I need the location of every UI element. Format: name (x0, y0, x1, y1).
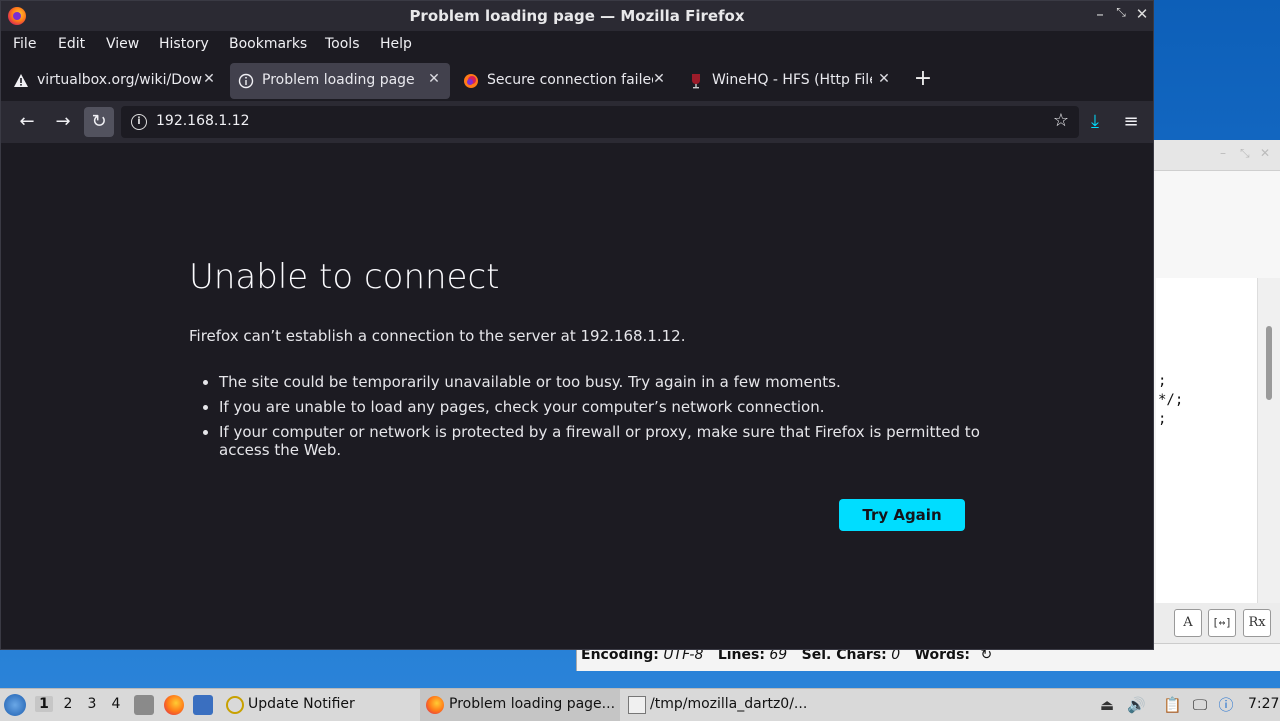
tab-winehq[interactable]: WineHQ - HFS (Http File S ✕ (680, 63, 900, 99)
maximize-icon[interactable]: ⤡ (1240, 146, 1250, 161)
minimize-icon[interactable]: – (1220, 146, 1226, 160)
error-description: Firefox can’t establish a connection to … (189, 327, 686, 345)
file-manager-icon[interactable] (134, 695, 154, 715)
font-button[interactable]: A (1174, 609, 1202, 637)
clock: 7:27 (1248, 696, 1280, 712)
display-icon[interactable]: 🖵 (1191, 696, 1209, 714)
tab-secure-connection[interactable]: Secure connection failed ✕ (455, 63, 675, 99)
menu-bar: File Edit View History Bookmarks Tools H… (1, 31, 1153, 59)
download-icon[interactable]: ⤓ (1080, 107, 1110, 137)
firefox-window: Problem loading page — Mozilla Firefox –… (0, 0, 1154, 650)
task-label: Problem loading page... (449, 696, 616, 712)
tab-strip: virtualbox.org/wiki/Downl ✕ Problem load… (1, 59, 1153, 101)
tab-virtualbox[interactable]: virtualbox.org/wiki/Downl ✕ (5, 63, 225, 99)
workspace-2[interactable]: 2 (59, 696, 77, 712)
reload-icon[interactable]: ↻ (84, 107, 114, 137)
tab-problem-loading[interactable]: Problem loading page ✕ (230, 63, 450, 99)
task-firefox[interactable]: Problem loading page... (420, 689, 620, 721)
url-bar[interactable]: i 192.168.1.12 ☆ (121, 106, 1079, 138)
editor-line: ; (1158, 373, 1167, 389)
url-text[interactable]: 192.168.1.12 (156, 113, 250, 129)
close-tab-icon[interactable]: ✕ (426, 71, 442, 87)
background-editor-window[interactable]: – ⤡ ✕ ; */; ; A [↔] Rx (1150, 140, 1280, 670)
menu-edit[interactable]: Edit (58, 36, 85, 52)
wrap-button[interactable]: [↔] (1208, 609, 1236, 637)
info-icon (238, 73, 254, 89)
close-tab-icon[interactable]: ✕ (201, 71, 217, 87)
notification-icon[interactable]: ⓘ (1217, 696, 1235, 714)
forward-arrow-icon[interactable]: → (48, 107, 78, 137)
page-content: Unable to connect Firefox can’t establis… (1, 143, 1153, 649)
workspace-3[interactable]: 3 (83, 696, 101, 712)
regex-button[interactable]: Rx (1243, 609, 1271, 637)
site-info-icon[interactable]: i (131, 114, 147, 130)
firefox-icon (464, 74, 478, 88)
hamburger-menu-icon[interactable]: ≡ (1116, 107, 1146, 137)
workspace-4[interactable]: 4 (107, 696, 125, 712)
desktop-icon[interactable] (193, 695, 213, 715)
clipboard-icon[interactable]: 📋 (1163, 696, 1182, 714)
tab-label: Secure connection failed (487, 72, 653, 88)
menu-history[interactable]: History (159, 36, 209, 52)
format-bar: A [↔] Rx (1150, 603, 1280, 643)
close-icon[interactable]: ✕ (1132, 5, 1152, 23)
maximize-icon[interactable]: ⤡ (1111, 5, 1131, 20)
task-label: /tmp/mozilla_dartz0/... (650, 696, 808, 712)
suggestion-item: If your computer or network is protected… (219, 423, 989, 459)
editor-line: */; (1158, 392, 1184, 408)
minimize-icon[interactable]: – (1090, 5, 1110, 23)
error-title: Unable to connect (189, 257, 500, 297)
scrollbar-thumb[interactable] (1266, 326, 1272, 400)
update-icon (226, 696, 244, 714)
navigation-toolbar: ← → ↻ i 192.168.1.12 ☆ ⤓ ≡ (1, 101, 1153, 144)
suggestion-item: If you are unable to load any pages, che… (219, 398, 989, 416)
try-again-button[interactable]: Try Again (839, 499, 965, 531)
tab-label: WineHQ - HFS (Http File S (712, 72, 872, 88)
firefox-icon (426, 696, 444, 714)
tab-label: Problem loading page (262, 72, 415, 88)
editor-line: ; (1158, 411, 1167, 427)
start-menu-icon[interactable] (4, 694, 26, 716)
suggestion-item: The site could be temporarily unavailabl… (219, 373, 989, 391)
menu-file[interactable]: File (13, 36, 36, 52)
editor-scrollbar[interactable] (1257, 278, 1280, 603)
task-editor[interactable]: /tmp/mozilla_dartz0/... (624, 689, 824, 721)
tray-upload-icon[interactable]: ⏏ (1098, 696, 1116, 714)
close-tab-icon[interactable]: ✕ (876, 71, 892, 87)
window-title: Problem loading page — Mozilla Firefox (409, 7, 745, 25)
warning-icon (14, 74, 28, 87)
menu-help[interactable]: Help (380, 36, 412, 52)
new-tab-plus-icon[interactable]: + (911, 67, 935, 91)
firefox-launcher-icon[interactable] (164, 695, 184, 715)
task-label: Update Notifier (248, 696, 355, 712)
editor-titlebar[interactable]: – ⤡ ✕ (1150, 140, 1280, 171)
menu-view[interactable]: View (106, 36, 139, 52)
tab-label: virtualbox.org/wiki/Downl (37, 72, 203, 88)
menu-bookmarks[interactable]: Bookmarks (229, 36, 307, 52)
menu-tools[interactable]: Tools (325, 36, 360, 52)
error-suggestions: The site could be temporarily unavailabl… (205, 373, 989, 466)
close-tab-icon[interactable]: ✕ (651, 71, 667, 87)
volume-icon[interactable]: 🔊 (1127, 696, 1146, 714)
task-update-notifier[interactable]: Update Notifier (222, 689, 412, 721)
text-editor-icon (628, 696, 646, 714)
back-arrow-icon[interactable]: ← (12, 107, 42, 137)
close-icon[interactable]: ✕ (1260, 146, 1270, 160)
window-titlebar[interactable]: Problem loading page — Mozilla Firefox –… (1, 1, 1153, 31)
winehq-icon (692, 74, 700, 89)
workspace-1[interactable]: 1 (35, 696, 53, 712)
taskbar: 1 2 3 4 Update Notifier Problem loading … (0, 688, 1280, 721)
bookmark-star-icon[interactable]: ☆ (1053, 110, 1069, 131)
editor-text-area[interactable]: ; */; ; (1156, 278, 1258, 603)
